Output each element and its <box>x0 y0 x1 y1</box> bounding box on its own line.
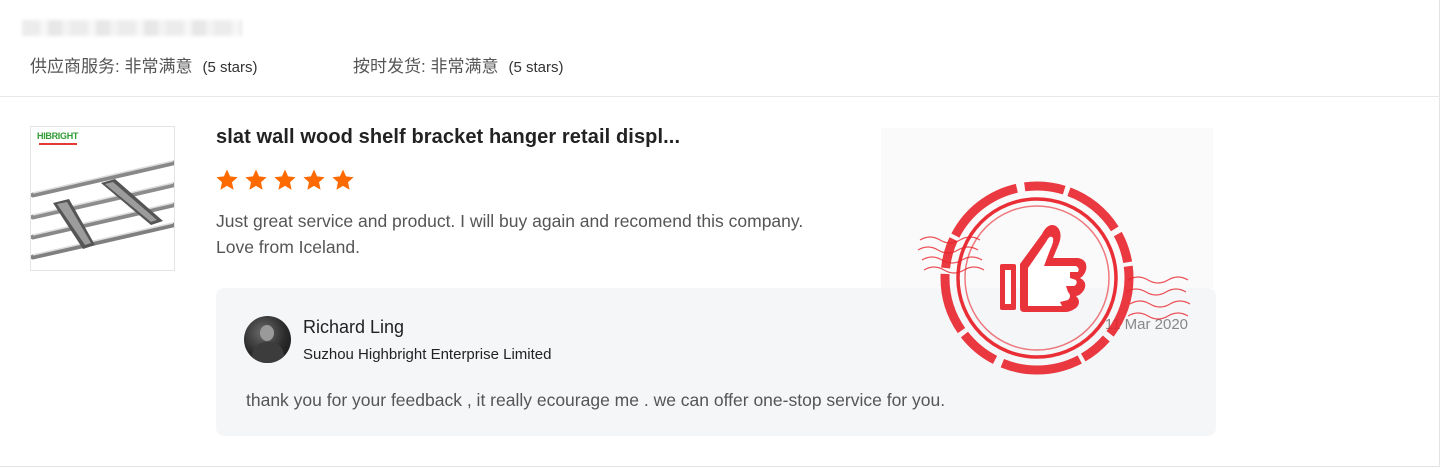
reply-company: Suzhou Highbright Enterprise Limited <box>303 346 552 363</box>
on-time-shipment-label: 按时发货: 非常满意 <box>353 57 499 76</box>
review-text: Just great service and product. I will b… <box>216 208 803 260</box>
reply-author: Richard Ling <box>303 317 405 337</box>
reply-text: thank you for your feedback , it really … <box>246 390 946 410</box>
star-icon <box>274 169 296 190</box>
reviewer-name-blurred <box>22 20 242 36</box>
avatar-body <box>252 342 284 363</box>
supplier-service-note: (5 stars) <box>202 59 258 76</box>
star-icon <box>216 169 238 190</box>
on-time-shipment-note: (5 stars) <box>508 59 564 76</box>
product-photo <box>31 160 174 260</box>
divider <box>0 96 1440 97</box>
avatar <box>244 316 291 363</box>
supplier-service-rating: 供应商服务: 非常满意 (5 stars) <box>30 52 257 77</box>
product-thumbnail[interactable]: HIBRIGHT <box>30 126 175 271</box>
on-time-shipment-rating: 按时发货: 非常满意 (5 stars) <box>353 52 563 77</box>
review-text-line: Just great service and product. I will b… <box>216 211 804 231</box>
star-icon <box>332 169 354 190</box>
star-icon <box>245 169 267 190</box>
avatar-face <box>260 325 274 341</box>
star-icon <box>303 169 325 190</box>
thumbs-up-stamp-icon <box>917 181 1191 375</box>
supplier-service-label: 供应商服务: 非常满意 <box>30 57 193 76</box>
star-rating <box>215 168 355 192</box>
review-text-line: Love from Iceland. <box>216 237 360 257</box>
product-title[interactable]: slat wall wood shelf bracket hanger reta… <box>216 126 680 149</box>
